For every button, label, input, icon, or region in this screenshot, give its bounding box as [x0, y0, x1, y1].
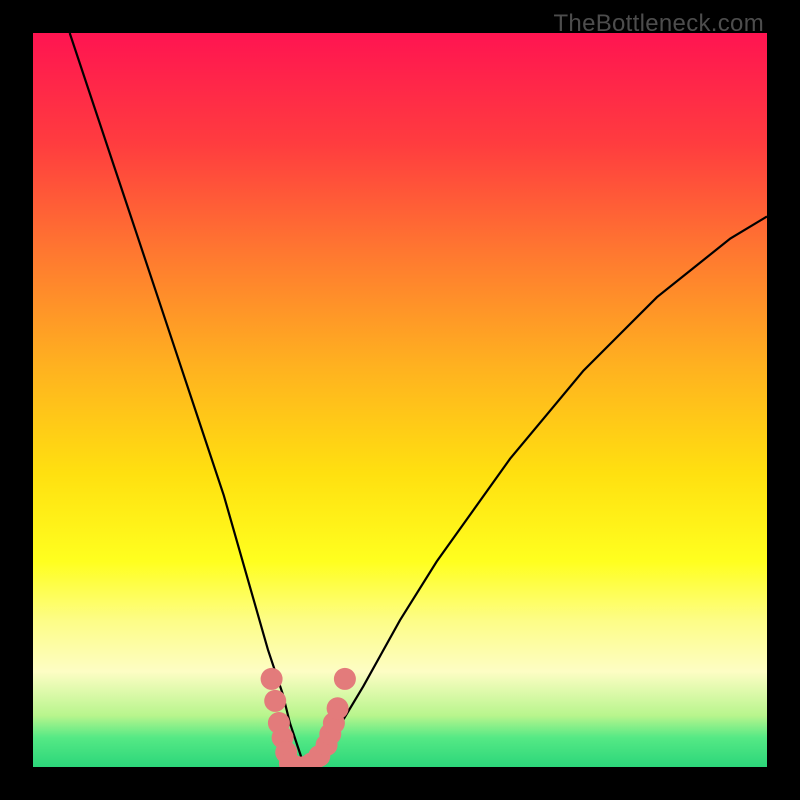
marker-dot — [264, 690, 286, 712]
bottleneck-curve-path — [70, 33, 767, 767]
marker-dot — [327, 697, 349, 719]
chart-frame: TheBottleneck.com — [0, 0, 800, 800]
bottleneck-curve — [70, 33, 767, 767]
curve-layer — [33, 33, 767, 767]
highlight-markers — [261, 668, 356, 767]
watermark-text: TheBottleneck.com — [553, 10, 764, 38]
marker-dot — [261, 668, 283, 690]
marker-dot — [334, 668, 356, 690]
plot-area — [33, 33, 767, 767]
